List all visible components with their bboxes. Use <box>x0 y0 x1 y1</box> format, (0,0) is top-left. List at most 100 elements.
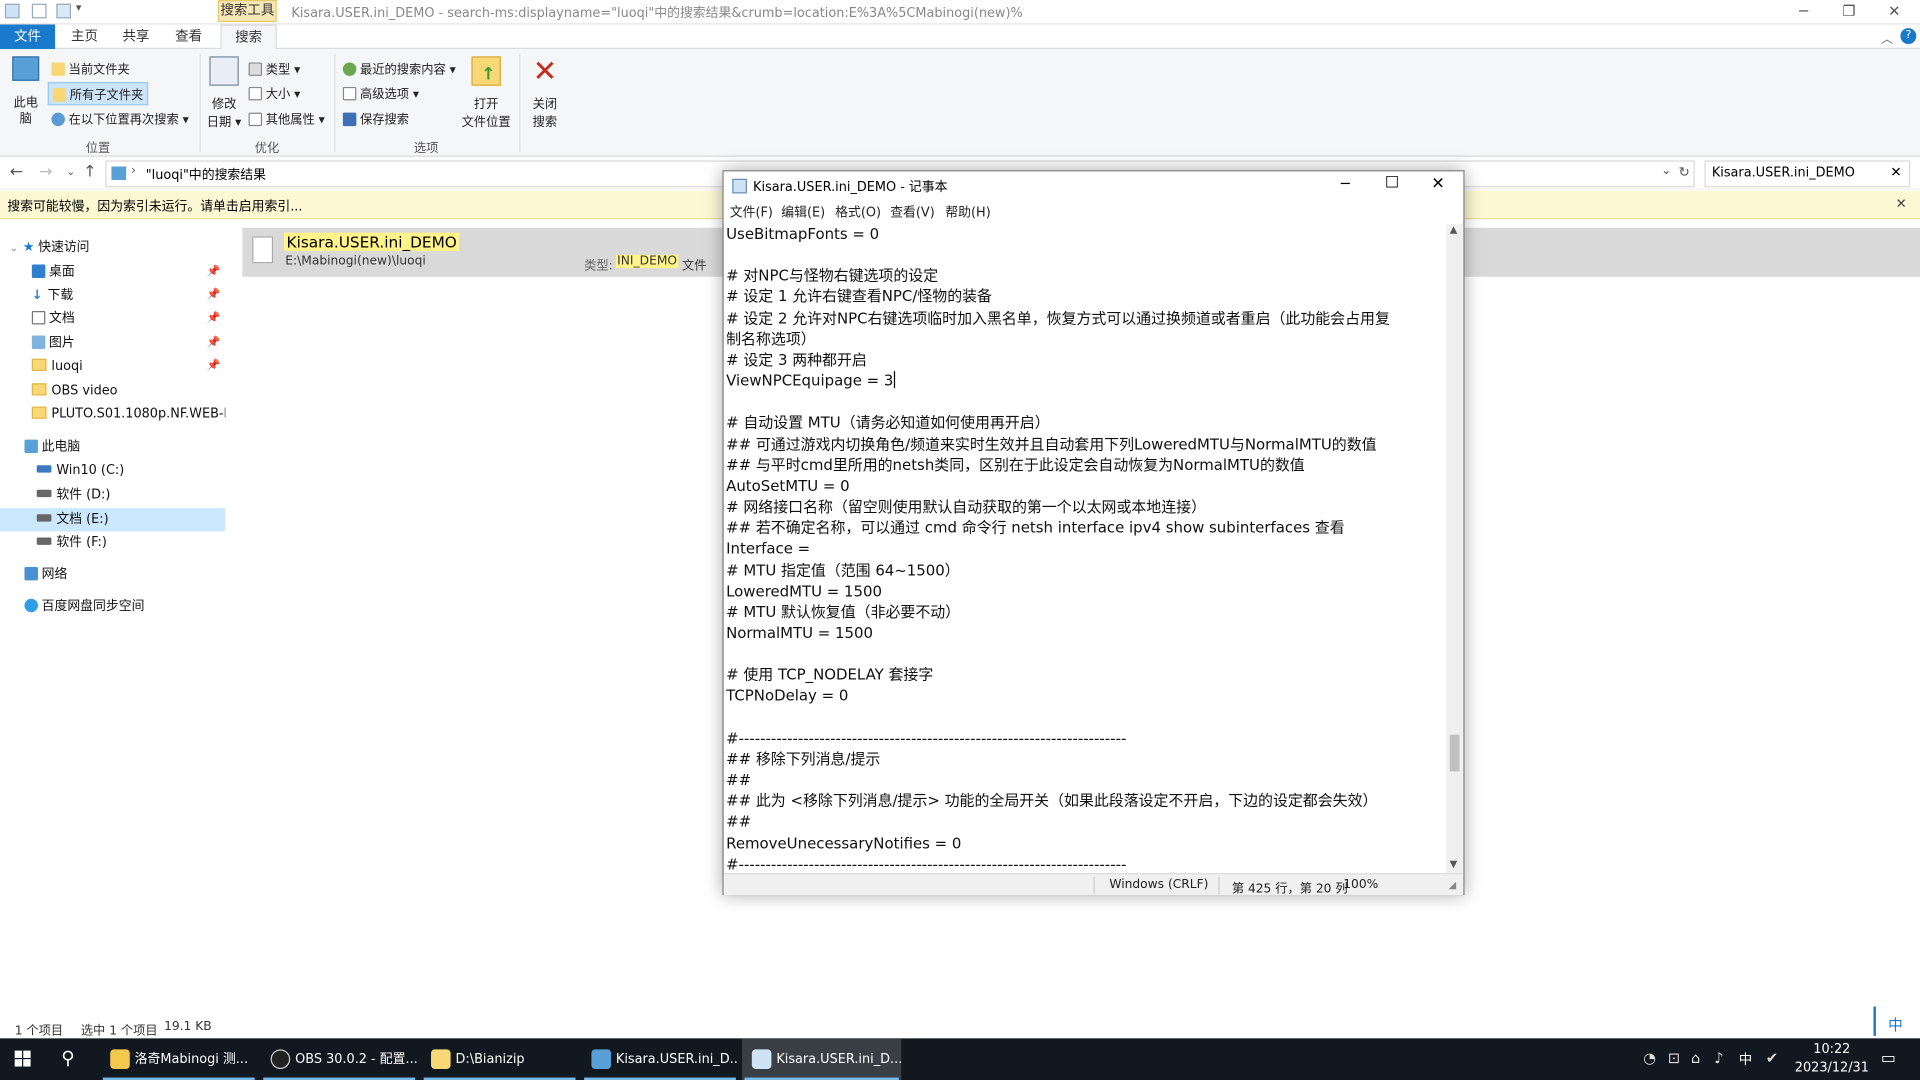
recent-searches-button[interactable]: 最近的搜索内容 ▾ <box>342 59 456 77</box>
back-arrow-icon[interactable]: ← <box>10 163 23 181</box>
text-line[interactable]: ## 可通过游戏内切换角色/频道来实时生效并且自动套用下列LoweredMTU与… <box>726 434 1446 455</box>
explorer-minimize-button[interactable]: ─ <box>1785 2 1822 22</box>
current-folder-button[interactable]: 当前文件夹 <box>51 59 130 77</box>
text-line[interactable]: #---------------------------------------… <box>726 854 1446 873</box>
text-line[interactable]: TCPNoDelay = 0 <box>726 686 1446 707</box>
network-tray-icon[interactable]: ⌂ <box>1691 1049 1700 1066</box>
text-line[interactable]: ## 若不确定名称，可以通过 cmd 命令行 netsh interface i… <box>726 518 1446 539</box>
notepad-close-button[interactable]: ✕ <box>1431 175 1444 193</box>
notepad-minimize-button[interactable]: ─ <box>1341 175 1350 192</box>
text-line[interactable]: # 设定 3 两种都开启 <box>726 350 1446 371</box>
tab-search[interactable]: 搜索 <box>220 24 277 49</box>
text-line[interactable] <box>726 707 1446 728</box>
save-search-button[interactable]: 保存搜索 <box>342 109 409 127</box>
other-properties-button[interactable]: 其他属性 ▾ <box>248 109 325 127</box>
text-line[interactable]: #---------------------------------------… <box>726 728 1446 749</box>
tab-share[interactable]: 共享 <box>110 24 161 48</box>
text-line[interactable]: # MTU 指定值（范围 64~1500） <box>726 560 1446 581</box>
nav-baidu-sync[interactable]: 百度网盘同步空间 <box>0 595 225 618</box>
recent-locations-icon[interactable]: ⌄ <box>66 167 75 179</box>
clock-time[interactable]: 10:22 <box>1798 1042 1867 1057</box>
collapse-ribbon-icon[interactable]: ︿ <box>1881 28 1893 46</box>
nav-luoqi[interactable]: luoqi 📌 <box>0 355 225 378</box>
text-line[interactable]: # 网络接口名称（留空则使用默认自动获取的第一个以太网或本地连接） <box>726 497 1446 518</box>
notepad-text-area[interactable]: UseBitmapFonts = 0 # 对NPC与怪物右键选项的设定 # 设定 … <box>726 224 1446 873</box>
scrollbar-thumb[interactable] <box>1449 734 1460 772</box>
text-line[interactable]: ## <box>726 812 1446 833</box>
nav-pictures[interactable]: 图片 📌 <box>0 332 225 355</box>
text-line[interactable] <box>726 245 1446 266</box>
tab-file[interactable]: 文件 <box>0 24 56 49</box>
text-line[interactable]: # 设定 1 允许右键查看NPC/怪物的装备 <box>726 287 1446 308</box>
text-line[interactable]: ViewNPCEquipage = 3 <box>726 371 1446 392</box>
notifications-icon[interactable]: ▭ <box>1881 1049 1896 1067</box>
size-button[interactable]: 大小 ▾ <box>248 83 300 102</box>
scroll-down-arrow-icon[interactable]: ▼ <box>1450 858 1458 869</box>
text-line[interactable]: ## 此为 <移除下列消息/提示> 功能的全局开关（如果此段落设定不开启，下边的… <box>726 791 1446 812</box>
tab-view[interactable]: 查看 <box>163 24 214 48</box>
resize-grip-icon[interactable]: ◢ <box>1449 879 1457 890</box>
breadcrumb[interactable]: "luoqi"中的搜索结果 <box>146 165 266 183</box>
ime-tray[interactable]: 中 <box>1739 1049 1752 1069</box>
forward-arrow-icon[interactable]: → <box>39 163 52 181</box>
type-button[interactable]: 类型 ▾ <box>248 59 300 77</box>
search-again-button[interactable]: 在以下位置再次搜索 ▾ <box>51 109 189 127</box>
text-line[interactable]: # 使用 TCP_NODELAY 套接字 <box>726 665 1446 686</box>
text-line[interactable]: RemoveUnecessaryNotifies = 0 <box>726 833 1446 854</box>
text-line[interactable] <box>726 644 1446 665</box>
up-arrow-icon[interactable]: ↑ <box>83 163 96 181</box>
refresh-icon[interactable]: ↻ <box>1679 164 1690 180</box>
text-line[interactable]: ## <box>726 770 1446 791</box>
menu-help[interactable]: 帮助(H) <box>945 203 990 221</box>
taskbar-item-notepad[interactable]: Kisara.USER.ini_D... <box>742 1038 902 1080</box>
this-pc-button[interactable]: 此电 脑 <box>7 54 44 130</box>
info-bar-close-icon[interactable]: ✕ <box>1896 196 1907 212</box>
text-line[interactable]: ## 与平时cmd里所用的netsh类同，区别在于此设定会自动恢复为Normal… <box>726 455 1446 476</box>
help-icon[interactable]: ? <box>1900 28 1917 45</box>
new-folder-quick-icon[interactable] <box>56 3 72 19</box>
windows-start-icon[interactable] <box>14 1050 32 1068</box>
text-line[interactable] <box>726 392 1446 413</box>
menu-file[interactable]: 文件(F) <box>730 203 773 221</box>
text-line[interactable]: # MTU 默认恢复值（非必要不动） <box>726 602 1446 623</box>
all-subfolders-button[interactable]: 所有子文件夹 <box>47 82 149 106</box>
nav-downloads[interactable]: ↓ 下载 📌 <box>0 284 225 307</box>
explorer-restore-button[interactable]: ❐ <box>1831 2 1868 22</box>
search-input[interactable]: Kisara.USER.ini_DEMO ✕ <box>1704 160 1911 188</box>
nav-quick-access[interactable]: ⌄ ★ 快速访问 <box>0 236 225 259</box>
nav-drive-d[interactable]: 软件 (D:) <box>0 484 225 507</box>
open-file-location-button[interactable]: ↑ 打开 文件位置 <box>460 56 511 130</box>
nav-documents[interactable]: 文档 📌 <box>0 307 225 330</box>
taskbar-item-explorer-search[interactable]: Kisara.USER.ini_D... <box>582 1038 738 1080</box>
menu-view[interactable]: 查看(V) <box>890 203 935 221</box>
text-line[interactable]: # 对NPC与怪物右键选项的设定 <box>726 266 1446 287</box>
text-line[interactable]: Interface = <box>726 539 1446 560</box>
clear-search-icon[interactable]: ✕ <box>1890 164 1901 180</box>
taskbar-item-mabinogi[interactable]: 洛奇Mabinogi 测... <box>100 1038 257 1080</box>
tab-home[interactable]: 主页 <box>59 24 110 48</box>
text-line[interactable]: LoweredMTU = 1500 <box>726 581 1446 602</box>
taskbar-search-icon[interactable]: ⚲ <box>61 1047 74 1069</box>
ime-mode-indicator[interactable]: 中 <box>1888 1014 1903 1035</box>
text-line[interactable]: UseBitmapFonts = 0 <box>726 224 1446 245</box>
nav-drive-f[interactable]: 软件 (F:) <box>0 531 225 554</box>
text-line[interactable]: ## 移除下列消息/提示 <box>726 749 1446 770</box>
qat-dropdown-icon[interactable]: ▾ <box>76 2 82 14</box>
nav-drive-c[interactable]: Win10 (C:) <box>0 459 225 482</box>
nav-drive-e[interactable]: 文档 (E:) <box>0 508 226 532</box>
notepad-maximize-button[interactable]: ☐ <box>1385 174 1399 192</box>
nav-obs-video[interactable]: OBS video <box>0 380 225 403</box>
advanced-options-button[interactable]: 高级选项 ▾ <box>342 83 419 102</box>
menu-format[interactable]: 格式(O) <box>835 203 881 221</box>
tray-check-icon[interactable]: ✔ <box>1766 1049 1778 1066</box>
scroll-up-arrow-icon[interactable]: ▲ <box>1450 224 1458 235</box>
taskbar-item-explorer-bianizip[interactable]: D:\Bianizip <box>421 1038 578 1080</box>
address-dropdown-icon[interactable]: ⌄ <box>1661 164 1671 177</box>
tray-app-icon[interactable]: ◔ <box>1643 1049 1656 1066</box>
nav-desktop[interactable]: 桌面 📌 <box>0 261 225 284</box>
notepad-vertical-scrollbar[interactable]: ▲ ▼ <box>1446 224 1464 874</box>
tray-security-icon[interactable]: ⊡ <box>1668 1049 1680 1066</box>
text-line[interactable]: NormalMTU = 1500 <box>726 623 1446 644</box>
nav-this-pc[interactable]: 此电脑 <box>0 436 225 459</box>
nav-network[interactable]: 网络 <box>0 563 225 586</box>
